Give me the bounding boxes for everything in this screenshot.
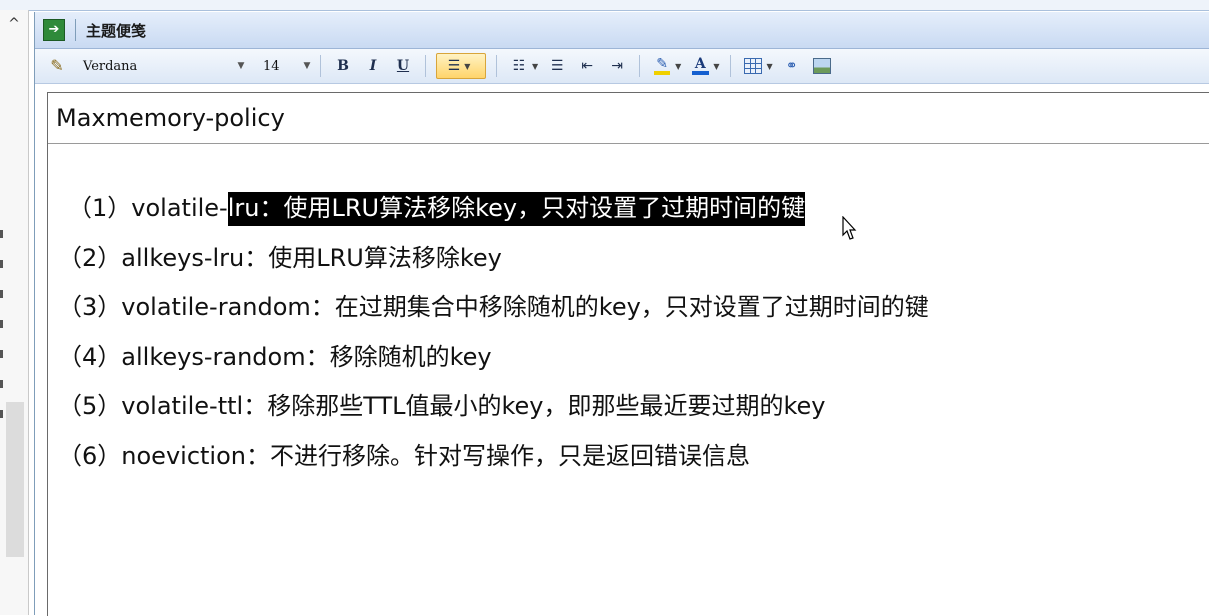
toolbar-separator	[425, 55, 426, 77]
numbered-list-icon: ☷	[512, 58, 526, 74]
top-border	[0, 0, 1209, 11]
left-scrollbar[interactable]	[6, 402, 24, 557]
link-icon: ⚭	[785, 58, 798, 74]
title-bar: ➔ 主题便笺	[35, 12, 1209, 49]
scroll-up-icon[interactable]: ^	[6, 16, 22, 32]
list-item-number: （5）	[58, 392, 122, 420]
list-item[interactable]: （1）volatile-lru：使用LRU算法移除key，只对设置了过期时间的键	[48, 188, 1209, 238]
indent-icon: ⇥	[611, 58, 624, 74]
list-item-text: volatile-random：在过期集合中移除随机的key，只对设置了过期时间…	[121, 293, 929, 321]
list-item[interactable]: （5）volatile-ttl：移除那些TTL值最小的key，即那些最近要过期的…	[48, 386, 1209, 436]
chevron-down-icon[interactable]: ▼	[675, 62, 681, 71]
chevron-down-icon: ▼	[303, 61, 311, 71]
chevron-down-icon[interactable]: ▼	[532, 62, 538, 71]
underline-button[interactable]: U	[391, 54, 415, 78]
list-item-text: volatile-	[131, 194, 228, 222]
list-item[interactable]: （4）allkeys-random：移除随机的key	[48, 337, 1209, 387]
list-item-text: volatile-ttl：移除那些TTL值最小的key，即那些最近要过期的key	[121, 392, 826, 420]
highlight-button[interactable]: ✎	[650, 54, 674, 78]
chevron-down-icon[interactable]: ▼	[766, 62, 772, 71]
chevron-down-icon: ▼	[237, 61, 245, 71]
mouse-cursor-icon	[842, 216, 857, 240]
table-icon	[744, 58, 763, 74]
title-separator	[75, 19, 76, 41]
selected-text[interactable]: lru：使用LRU算法移除key，只对设置了过期时间的键	[227, 192, 806, 226]
chevron-down-icon[interactable]: ▼	[713, 62, 719, 71]
list-item-number: （2）	[58, 243, 122, 272]
insert-table-button[interactable]	[741, 54, 765, 78]
italic-button[interactable]: I	[361, 54, 385, 78]
font-family-value: Verdana	[83, 58, 138, 74]
list-item-text: noeviction：不进行移除。针对写操作，只是返回错误信息	[121, 441, 750, 470]
font-family-select[interactable]: Verdana ▼	[79, 55, 247, 77]
list-item-number: （4）	[58, 342, 122, 371]
outdent-button[interactable]: ⇤	[575, 54, 599, 78]
notes-panel: ➔ 主题便笺 ✎ Verdana ▼ 14 ▼ B I U ☰ ▼ ☷ ▼ ☰ …	[34, 12, 1209, 616]
bullet-list-icon: ☰	[550, 58, 564, 74]
font-color-icon: A	[691, 57, 709, 75]
insert-image-button[interactable]	[810, 54, 834, 78]
format-painter-icon[interactable]: ✎	[47, 56, 67, 76]
align-left-button[interactable]: ☰ ▼	[436, 53, 486, 79]
list-item-text: allkeys-random：移除随机的key	[121, 342, 492, 371]
left-panel-strip: ^	[0, 10, 29, 615]
chevron-down-icon: ▼	[464, 61, 471, 71]
note-heading[interactable]: Maxmemory-policy	[48, 93, 1209, 144]
numbered-list-button[interactable]: ☷	[507, 54, 531, 78]
bold-button[interactable]: B	[331, 54, 355, 78]
outdent-icon: ⇤	[581, 58, 594, 74]
toolbar-separator	[320, 55, 321, 77]
panel-title: 主题便笺	[86, 21, 147, 40]
font-size-value: 14	[263, 58, 280, 74]
toolbar-separator	[730, 55, 732, 77]
list-item-number: （3）	[58, 293, 122, 321]
bullet-list-button[interactable]: ☰	[545, 54, 569, 78]
image-icon	[812, 58, 831, 74]
list-item-number: （6）	[58, 441, 122, 470]
font-size-select[interactable]: 14 ▼	[257, 55, 313, 77]
list-item[interactable]: （2）allkeys-lru：使用LRU算法移除key	[48, 238, 1209, 288]
highlighter-icon: ✎	[654, 57, 671, 75]
note-editor[interactable]: Maxmemory-policy （1）volatile-lru：使用LRU算法…	[47, 92, 1209, 616]
format-toolbar: ✎ Verdana ▼ 14 ▼ B I U ☰ ▼ ☷ ▼ ☰ ⇤ ⇥ ✎ ▼…	[35, 49, 1209, 84]
toolbar-separator	[639, 55, 641, 77]
list-item[interactable]: （3）volatile-random：在过期集合中移除随机的key，只对设置了过…	[48, 287, 1209, 337]
indent-button[interactable]: ⇥	[605, 54, 629, 78]
toolbar-separator	[496, 55, 497, 77]
list-item[interactable]: （6）noeviction：不进行移除。针对写操作，只是返回错误信息	[48, 436, 1209, 486]
insert-link-button[interactable]: ⚭	[780, 54, 804, 78]
align-left-icon: ☰	[447, 58, 461, 74]
list-item-text: allkeys-lru：使用LRU算法移除key	[121, 243, 502, 272]
font-color-button[interactable]: A	[688, 54, 712, 78]
list-item-number: （1）	[68, 194, 132, 222]
note-body[interactable]: （1）volatile-lru：使用LRU算法移除key，只对设置了过期时间的键…	[48, 144, 1209, 485]
note-arrow-icon[interactable]: ➔	[43, 19, 65, 41]
